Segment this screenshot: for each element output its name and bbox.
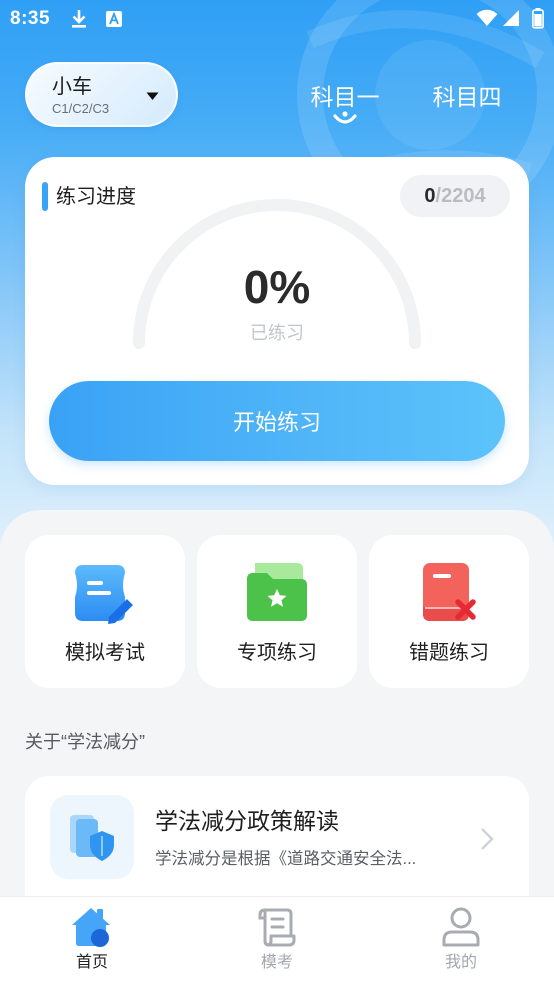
wrong-questions-label: 错题练习 bbox=[409, 642, 489, 664]
start-practice-button[interactable]: 开始练习 bbox=[49, 381, 505, 461]
vehicle-name: 小车 bbox=[52, 76, 92, 98]
topic-practice-label: 专项练习 bbox=[237, 642, 317, 664]
wrong-book-icon bbox=[423, 563, 476, 621]
policy-card-title: 学法减分政策解读 bbox=[155, 808, 339, 834]
nav-label-mock-exam: 模考 bbox=[260, 954, 293, 971]
vehicle-selector[interactable]: 小车 C1/C2/C3 bbox=[25, 62, 178, 127]
nav-label-home: 首页 bbox=[75, 954, 108, 971]
wrong-questions-card[interactable]: 错题练习 bbox=[369, 535, 529, 688]
topic-practice-card[interactable]: 专项练习 bbox=[197, 535, 357, 688]
chevron-down-icon bbox=[146, 92, 159, 100]
policy-shield-icon bbox=[70, 815, 114, 861]
topic-folder-icon bbox=[247, 563, 307, 621]
user-icon bbox=[442, 907, 480, 947]
mock-exam-label: 模拟考试 bbox=[65, 642, 145, 664]
battery-icon bbox=[532, 8, 544, 29]
chevron-right-icon bbox=[481, 828, 494, 850]
vehicle-licenses: C1/C2/C3 bbox=[52, 101, 110, 116]
progress-card: 练习进度 0/2204 0% 已练习 开始练习 bbox=[25, 157, 529, 485]
nav-item-mock-exam[interactable]: 模考 bbox=[217, 897, 337, 984]
nav-label-profile: 我的 bbox=[444, 954, 477, 971]
policy-card-subtitle: 学法减分是根据《道路交通安全法... bbox=[155, 850, 417, 868]
tab-subject-four[interactable]: 科目四 bbox=[419, 82, 515, 112]
download-icon bbox=[72, 10, 86, 28]
wifi-icon bbox=[476, 9, 498, 26]
progress-percent: 0% bbox=[243, 261, 311, 313]
nav-item-profile[interactable]: 我的 bbox=[401, 897, 521, 984]
mock-exam-icon bbox=[75, 565, 136, 624]
about-section-title: 关于“学法减分” bbox=[25, 732, 145, 752]
nav-item-home[interactable]: 首页 bbox=[32, 897, 152, 984]
home-icon bbox=[72, 908, 110, 947]
mock-exam-card[interactable]: 模拟考试 bbox=[25, 535, 185, 688]
exam-scroll-icon bbox=[258, 908, 296, 947]
progress-caption: 已练习 bbox=[250, 323, 304, 343]
bottom-nav: 首页 模考 我的 bbox=[0, 896, 554, 984]
signal-icon bbox=[503, 10, 519, 26]
keyboard-a-icon bbox=[106, 11, 122, 27]
tab-selected-indicator bbox=[333, 111, 357, 124]
tab-subject-one[interactable]: 科目一 bbox=[297, 82, 393, 112]
policy-icon-box bbox=[50, 795, 134, 879]
status-time: 8:35 bbox=[10, 8, 51, 29]
